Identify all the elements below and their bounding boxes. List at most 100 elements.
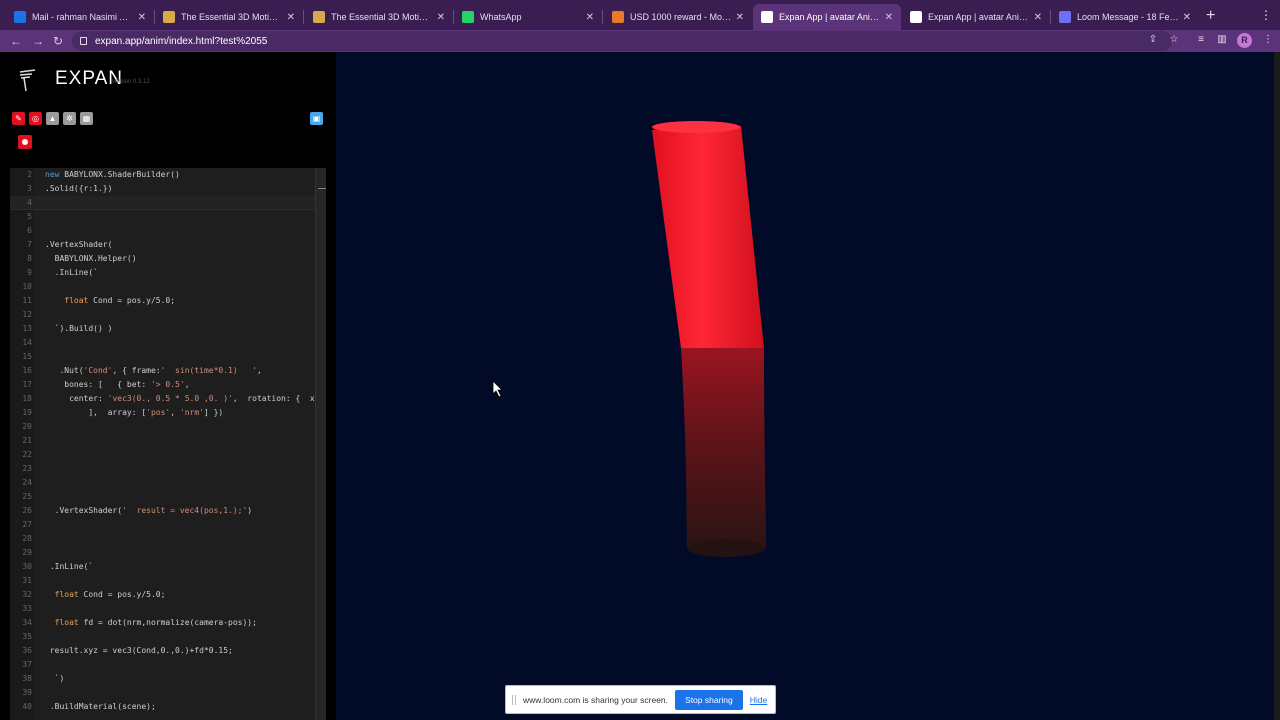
code-line[interactable]: 22 xyxy=(10,448,315,462)
code-line[interactable]: 7 .VertexShader( xyxy=(10,238,315,252)
address-bar[interactable]: expan.app/anim/index.html?test%2055 xyxy=(72,31,1172,51)
globe-icon xyxy=(910,11,922,23)
share-icon[interactable]: ⇪ xyxy=(1147,34,1159,46)
code-line[interactable]: 18 center: 'vec3(0., 0.5 * 5.0 ,0. )', r… xyxy=(10,392,326,406)
tab-title: Loom Message - 18 Februar xyxy=(1077,12,1179,22)
browser-tab[interactable]: Mail - rahman Nasimi Asl - O ✕ xyxy=(6,4,154,30)
record-icon[interactable] xyxy=(18,135,32,149)
code-line[interactable]: 40 .BuildMaterial(scene); xyxy=(10,700,315,714)
code-line[interactable]: 9 .InLine(` xyxy=(10,266,315,280)
code-text: BABYLONX.Helper() xyxy=(45,254,137,263)
bookmark-star-icon[interactable]: ☆ xyxy=(1168,34,1180,46)
code-line[interactable]: 26 .VertexShader(' result = vec4(pos,1.)… xyxy=(10,504,315,518)
reading-list-icon[interactable]: ≡ xyxy=(1195,34,1207,46)
code-line[interactable]: 12 xyxy=(10,308,315,322)
code-line[interactable]: 16 .Nut('Cond', { frame:' sin(time*0.1) … xyxy=(10,364,315,378)
code-line[interactable]: 34 float fd = dot(nrm,normalize(camera-p… xyxy=(10,616,315,630)
code-line[interactable]: 17 bones: [ { bet: '> 0.5', xyxy=(10,378,315,392)
close-tab-icon[interactable]: ✕ xyxy=(1034,12,1042,23)
code-text: .InLine(` xyxy=(45,268,98,277)
code-line[interactable]: 11 float Cond = pos.y/5.0; xyxy=(10,294,315,308)
back-icon[interactable]: ← xyxy=(10,32,22,50)
code-line[interactable]: 14 xyxy=(10,336,315,350)
line-number: 27 xyxy=(22,520,32,529)
code-line[interactable]: 5 xyxy=(10,210,315,224)
code-line[interactable]: 28 xyxy=(10,532,315,546)
line-number: 18 xyxy=(22,394,32,403)
code-line[interactable]: 19 ], array: ['pos', 'nrm'] }) xyxy=(10,406,315,420)
code-line[interactable]: 35 xyxy=(10,630,315,644)
code-line[interactable]: 21 xyxy=(10,434,315,448)
code-line[interactable]: 37 xyxy=(10,658,315,672)
line-number: 8 xyxy=(27,254,32,263)
code-line[interactable]: 24 xyxy=(10,476,315,490)
code-line[interactable]: 31 xyxy=(10,574,315,588)
save-icon[interactable]: ▣ xyxy=(310,112,323,125)
code-text: ], array: ['pos', 'nrm'] }) xyxy=(45,408,224,417)
line-number: 7 xyxy=(27,240,32,249)
bent-cylinder-mesh xyxy=(652,121,766,557)
browser-tab[interactable]: The Essential 3D Motion De ✕ xyxy=(305,4,453,30)
close-tab-icon[interactable]: ✕ xyxy=(437,12,445,23)
drag-handle-icon[interactable] xyxy=(512,694,516,705)
side-panel-icon[interactable]: ▥ xyxy=(1216,34,1228,46)
browser-tab[interactable]: The Essential 3D Motion De ✕ xyxy=(155,4,303,30)
editor-scrollbar[interactable] xyxy=(315,168,326,720)
code-line[interactable]: 3 .Solid({r:1.}) xyxy=(10,182,315,196)
code-line[interactable]: 30 .InLine(` xyxy=(10,560,315,574)
code-line[interactable]: 23 xyxy=(10,462,315,476)
tab-title: Expan App | avatar Animatio xyxy=(928,12,1030,22)
tab-search-button[interactable]: ⋮ xyxy=(1260,8,1272,22)
close-tab-icon[interactable]: ✕ xyxy=(885,12,893,23)
code-line[interactable]: 29 xyxy=(10,546,315,560)
browser-tab[interactable]: Loom Message - 18 Februar ✕ xyxy=(1051,4,1199,30)
reload-icon[interactable]: ↻ xyxy=(53,32,63,50)
render-viewport[interactable] xyxy=(336,52,1280,720)
code-line[interactable]: 15 xyxy=(10,350,315,364)
close-tab-icon[interactable]: ✕ xyxy=(1183,12,1191,23)
line-number: 22 xyxy=(22,450,32,459)
code-line[interactable]: 13 `).Build() ) xyxy=(10,322,315,336)
forward-icon[interactable]: → xyxy=(32,32,44,50)
line-number: 35 xyxy=(22,632,32,641)
browser-tab[interactable]: WhatsApp ✕ xyxy=(454,4,602,30)
close-tab-icon[interactable]: ✕ xyxy=(736,12,744,23)
line-number: 14 xyxy=(22,338,32,347)
code-line[interactable]: 2 new BABYLONX.ShaderBuilder() xyxy=(10,168,315,182)
layers-icon[interactable]: ▲ xyxy=(46,112,59,125)
hide-button[interactable]: Hide xyxy=(750,695,767,705)
browser-tab[interactable]: USD 1000 reward - Moving I ✕ xyxy=(604,4,752,30)
close-tab-icon[interactable]: ✕ xyxy=(287,12,295,23)
line-number: 12 xyxy=(22,310,32,319)
code-line[interactable]: 10 xyxy=(10,280,315,294)
new-tab-button[interactable]: + xyxy=(1206,8,1215,24)
stop-sharing-button[interactable]: Stop sharing xyxy=(675,689,743,710)
browser-menu-icon[interactable]: ⋮ xyxy=(1262,34,1274,46)
grid-icon[interactable]: ▦ xyxy=(80,112,93,125)
close-tab-icon[interactable]: ✕ xyxy=(586,12,594,23)
edit-icon[interactable]: ✎ xyxy=(12,112,25,125)
settings-icon[interactable]: ✲ xyxy=(63,112,76,125)
code-line[interactable]: 27 xyxy=(10,518,315,532)
browser-tab[interactable]: Expan App | avatar Animatio ✕ xyxy=(902,4,1050,30)
line-number: 36 xyxy=(22,646,32,655)
code-editor[interactable]: 2 new BABYLONX.ShaderBuilder() 3 .Solid({r:… xyxy=(10,168,326,720)
browser-tab[interactable]: Expan App | avatar Animatio ✕ xyxy=(753,4,901,30)
tab-title: Expan App | avatar Animatio xyxy=(779,12,881,22)
target-icon[interactable]: ◎ xyxy=(29,112,42,125)
code-line[interactable]: 4 xyxy=(10,196,315,210)
code-text: .BuildMaterial(scene); xyxy=(45,702,156,711)
code-line[interactable]: 38 `) xyxy=(10,672,315,686)
code-line[interactable]: 25 xyxy=(10,490,315,504)
code-line[interactable]: 32 float Cond = pos.y/5.0; xyxy=(10,588,315,602)
code-line[interactable]: 6 xyxy=(10,224,315,238)
3d-scene[interactable] xyxy=(336,52,1280,720)
code-line[interactable]: 36 result.xyz = vec3(Cond,0.,0.)+fd*0.15… xyxy=(10,644,315,658)
code-line[interactable]: 8 BABYLONX.Helper() xyxy=(10,252,315,266)
profile-avatar[interactable]: R xyxy=(1237,33,1252,48)
code-line[interactable]: 33 xyxy=(10,602,315,616)
code-line[interactable]: 20 xyxy=(10,420,315,434)
line-number: 16 xyxy=(22,366,32,375)
close-tab-icon[interactable]: ✕ xyxy=(138,12,146,23)
code-line[interactable]: 39 xyxy=(10,686,315,700)
